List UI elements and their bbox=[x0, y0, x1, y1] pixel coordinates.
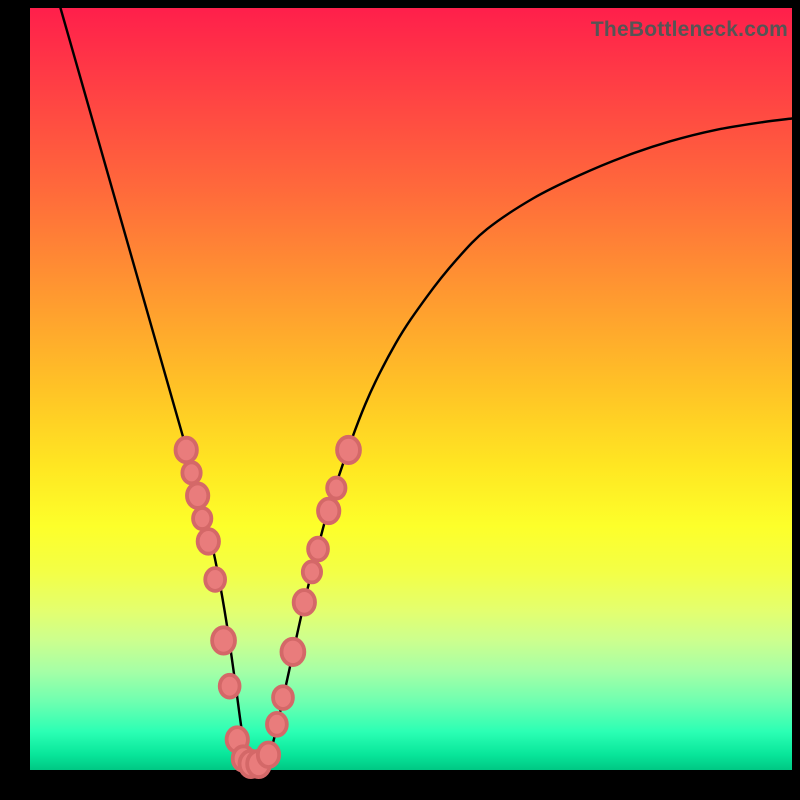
highlight-dot bbox=[281, 639, 304, 665]
highlight-dots bbox=[176, 437, 360, 777]
highlight-dot bbox=[267, 713, 287, 736]
highlight-dot bbox=[303, 561, 321, 582]
highlight-dot bbox=[220, 675, 240, 698]
highlight-dot bbox=[198, 529, 219, 554]
highlight-dot bbox=[318, 499, 339, 524]
highlight-dot bbox=[212, 627, 235, 653]
highlight-dot bbox=[337, 437, 360, 463]
bottleneck-curve bbox=[60, 8, 792, 770]
curve-svg bbox=[30, 8, 792, 770]
highlight-dot bbox=[327, 478, 345, 499]
highlight-dot bbox=[258, 742, 279, 767]
highlight-dot bbox=[187, 483, 208, 508]
highlight-dot bbox=[294, 590, 315, 615]
highlight-dot bbox=[193, 508, 211, 529]
plot-area: TheBottleneck.com bbox=[30, 8, 792, 770]
highlight-dot bbox=[182, 462, 200, 483]
chart-frame: TheBottleneck.com bbox=[0, 0, 800, 800]
highlight-dot bbox=[308, 538, 328, 561]
highlight-dot bbox=[273, 686, 293, 709]
highlight-dot bbox=[205, 568, 225, 591]
highlight-dot bbox=[176, 438, 197, 463]
